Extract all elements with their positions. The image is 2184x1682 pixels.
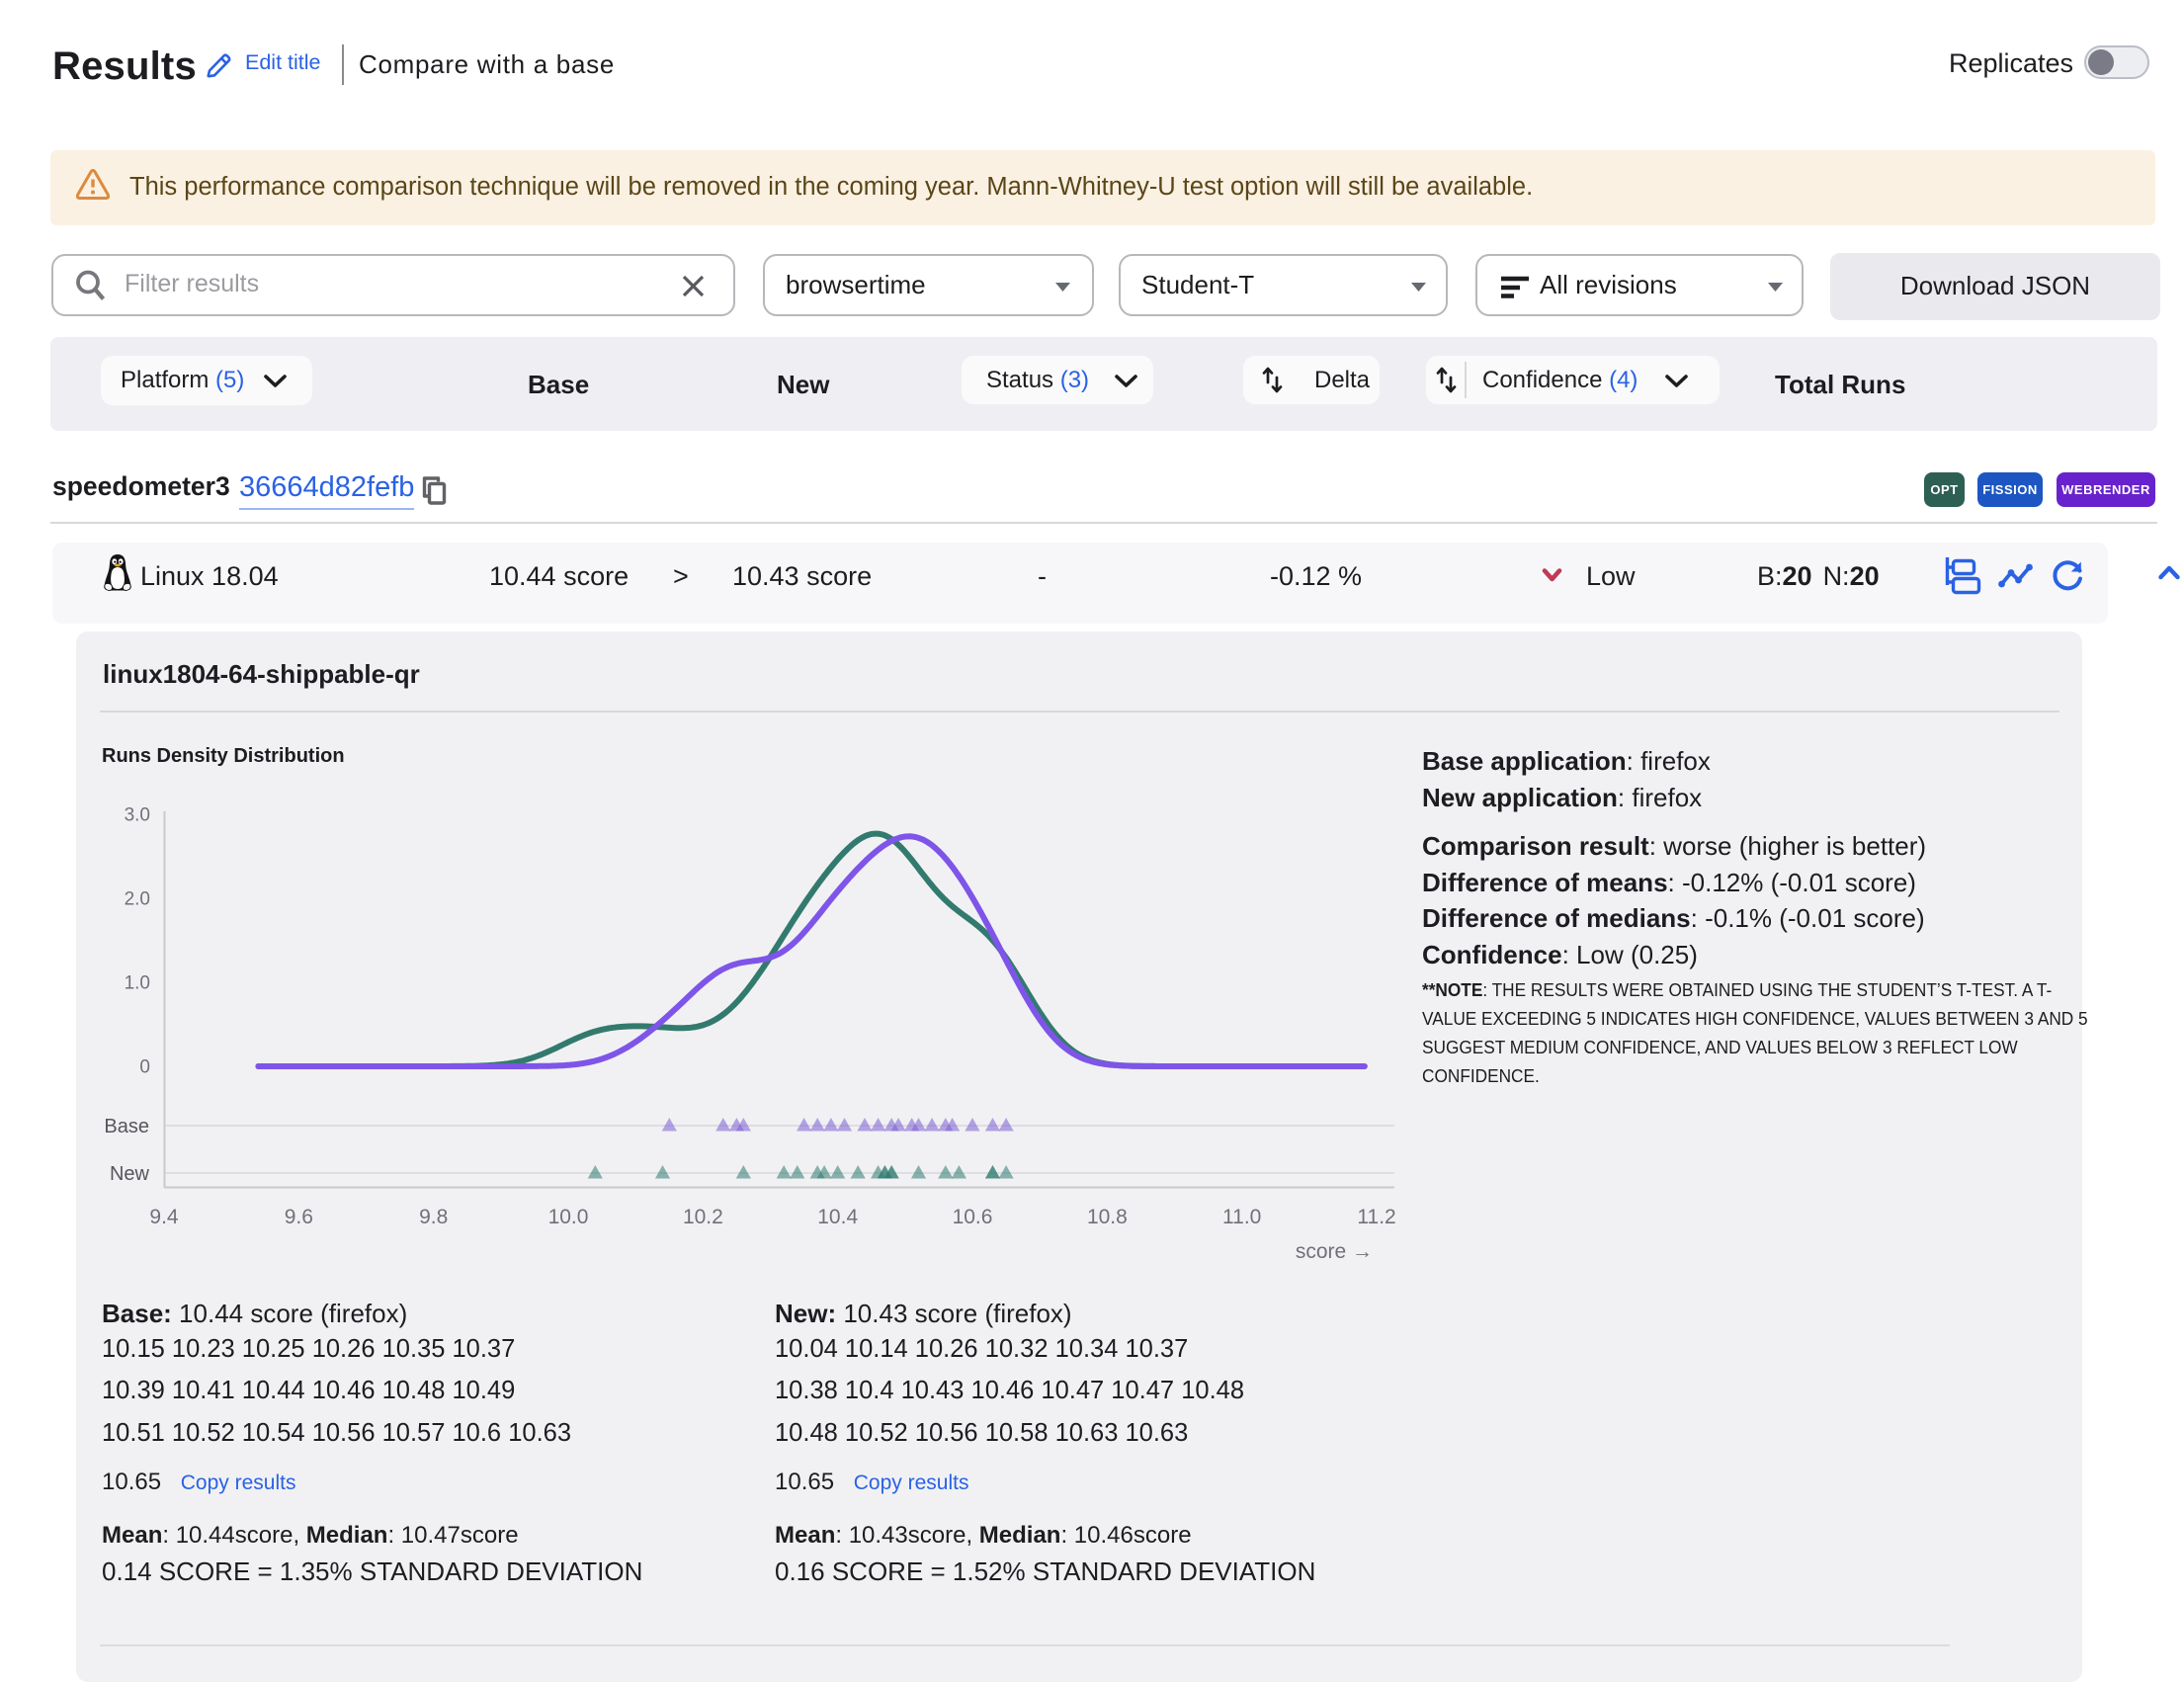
svg-text:11.2: 11.2 [1357, 1206, 1395, 1228]
svg-text:Base: Base [104, 1116, 149, 1137]
svg-text:9.4: 9.4 [149, 1206, 179, 1228]
svg-text:10.2: 10.2 [683, 1206, 723, 1228]
svg-text:3.0: 3.0 [125, 805, 150, 826]
svg-text:0: 0 [139, 1057, 150, 1078]
svg-text:9.8: 9.8 [419, 1206, 448, 1228]
svg-text:9.6: 9.6 [285, 1206, 313, 1228]
svg-text:10.6: 10.6 [953, 1206, 993, 1228]
svg-text:New: New [110, 1163, 150, 1185]
svg-text:10.8: 10.8 [1087, 1206, 1128, 1228]
svg-text:1.0: 1.0 [125, 973, 150, 994]
svg-text:10.4: 10.4 [817, 1206, 858, 1228]
svg-text:score →: score → [1296, 1240, 1373, 1263]
svg-text:11.0: 11.0 [1222, 1206, 1261, 1228]
svg-text:2.0: 2.0 [125, 889, 150, 910]
svg-text:10.0: 10.0 [548, 1206, 589, 1228]
